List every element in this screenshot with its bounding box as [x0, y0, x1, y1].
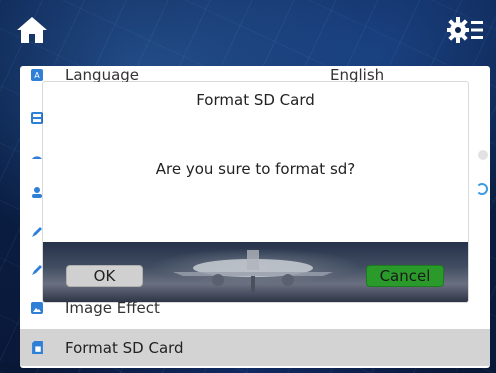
ok-button[interactable]: OK [66, 265, 143, 287]
settings-row-label: Format SD Card [65, 338, 184, 357]
dialog-message: Are you sure to format sd? [155, 160, 356, 178]
airplane-image [173, 250, 333, 292]
sd-card-icon [32, 341, 43, 354]
settings-list-icon[interactable] [446, 14, 484, 46]
menu-icon [31, 112, 43, 124]
toggle-switch[interactable] [478, 150, 488, 160]
toggle-switch[interactable] [476, 183, 488, 195]
language-icon: A [31, 69, 43, 81]
settings-row-format-sd-card[interactable]: Format SD Card [20, 329, 490, 366]
svg-text:A: A [34, 71, 40, 80]
format-sd-dialog: Format SD Card Are you sure to format sd… [43, 82, 468, 302]
cancel-button[interactable]: Cancel [366, 265, 444, 287]
image-icon [31, 302, 43, 314]
exposure-icon [32, 156, 42, 159]
pen-icon [32, 227, 42, 237]
dialog-title: Format SD Card [196, 91, 315, 109]
dialog-footer: OK Cancel [43, 242, 468, 302]
pen-icon [32, 265, 42, 275]
person-icon [32, 187, 42, 198]
home-icon[interactable] [15, 14, 49, 46]
